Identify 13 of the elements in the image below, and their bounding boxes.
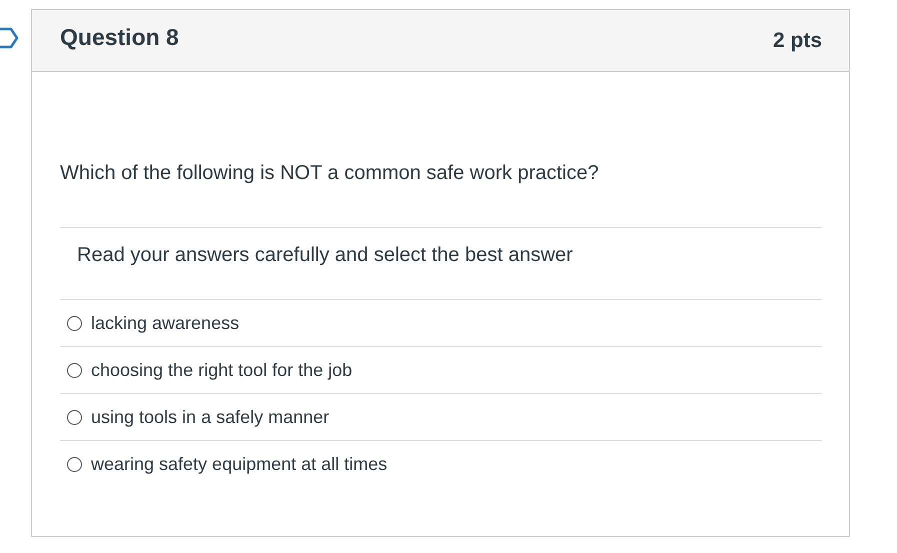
answer-label[interactable]: lacking awareness xyxy=(91,312,240,334)
radio-button[interactable] xyxy=(67,362,82,378)
points-label: 2 pts xyxy=(772,28,822,52)
radio-button[interactable] xyxy=(67,410,82,424)
instruction-text: Read your answers carefully and select the best answer xyxy=(77,243,574,267)
question-text: Which of the following is NOT a common safe work practice? xyxy=(60,161,600,185)
answer-label[interactable]: wearing safety equipment at all times xyxy=(91,454,388,474)
radio-button[interactable] xyxy=(67,316,82,330)
answer-label[interactable]: choosing the right tool for the job xyxy=(91,360,352,380)
radio-button[interactable] xyxy=(67,456,82,472)
answer-label[interactable]: using tools in a safely manner xyxy=(91,406,330,428)
question-title: Question 8 xyxy=(60,24,179,51)
bookmark-icon[interactable] xyxy=(0,27,19,49)
